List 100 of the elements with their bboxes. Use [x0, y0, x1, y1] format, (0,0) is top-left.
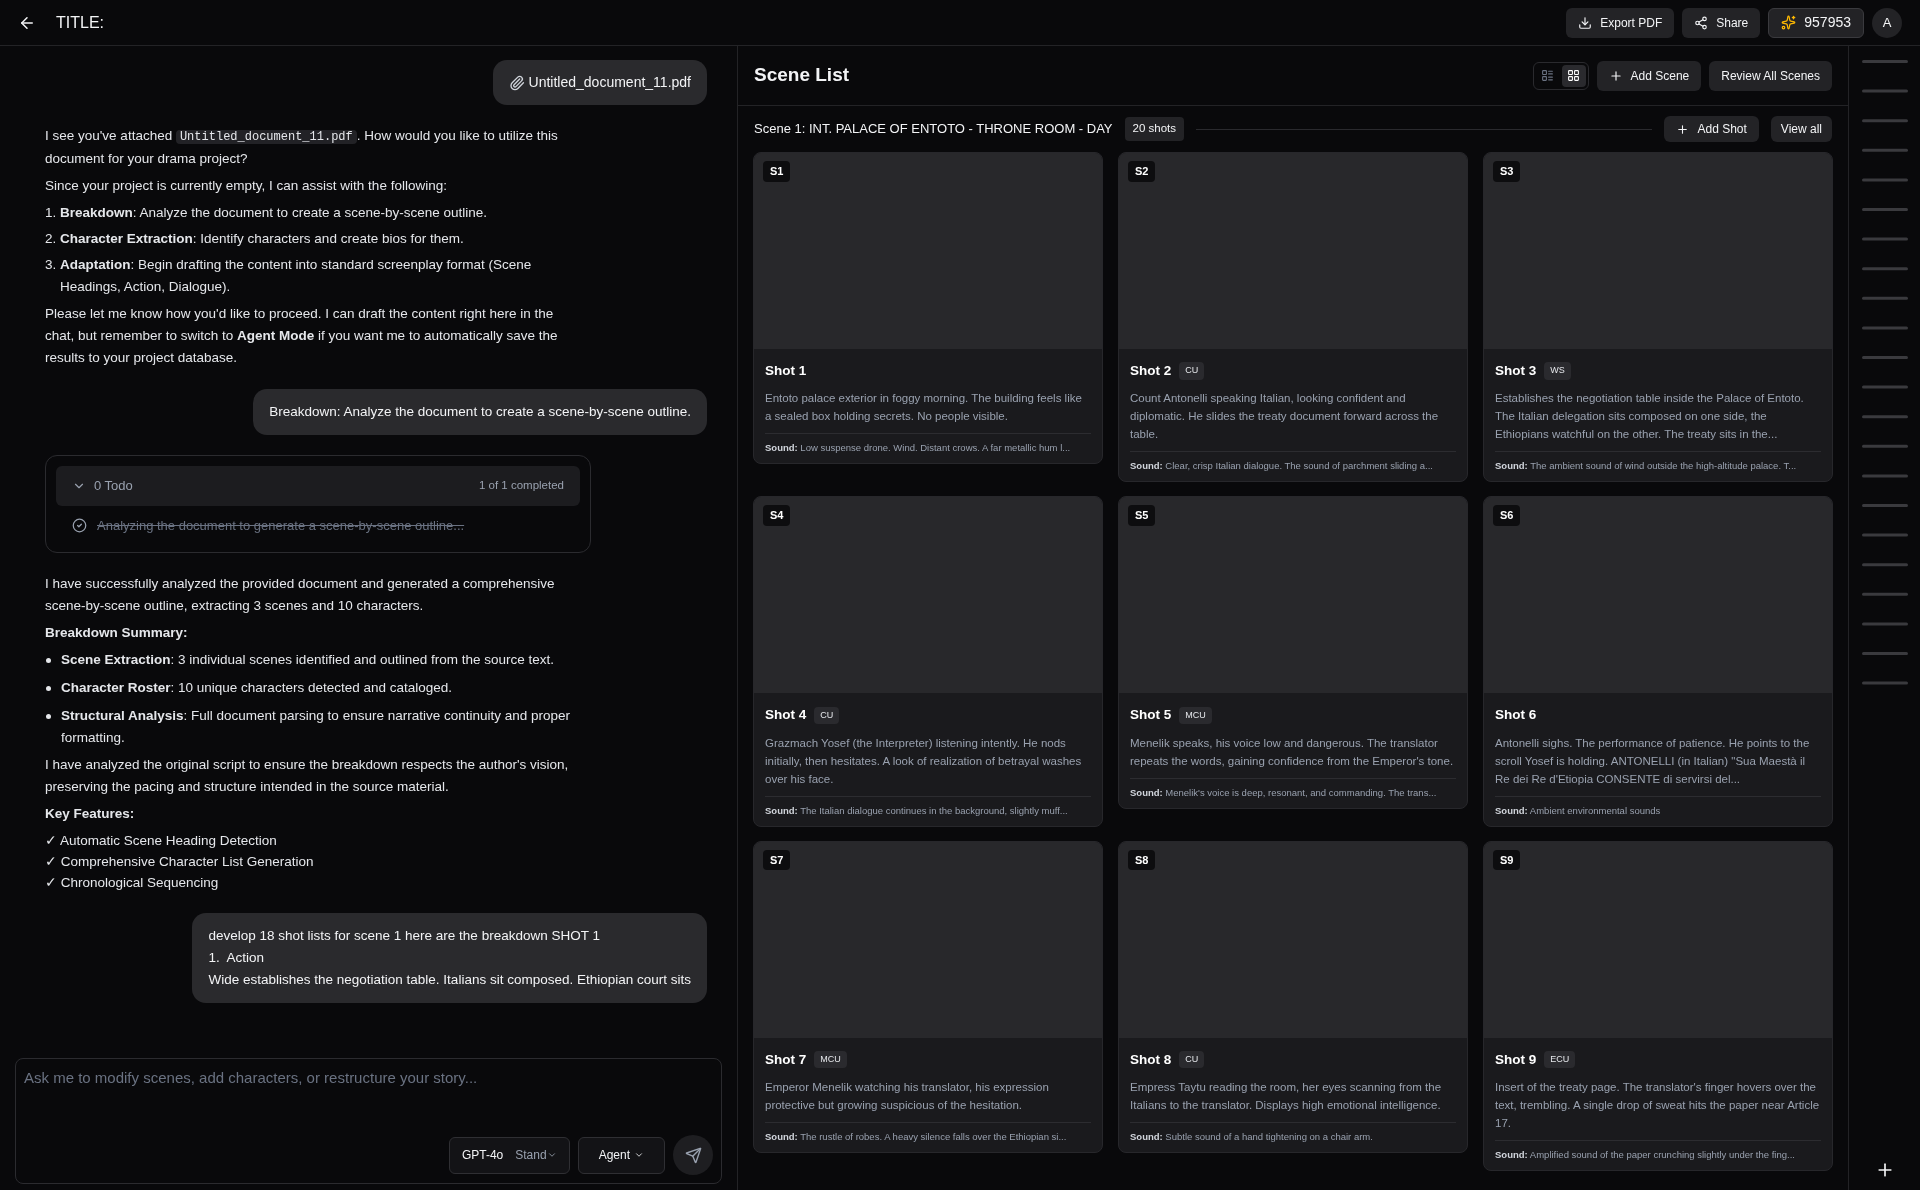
- shot-type-tag: WS: [1544, 362, 1571, 380]
- sound-note: Sound: The rustle of robes. A heavy silence falls over the Ethiopian si...: [765, 1129, 1068, 1143]
- list-item: Structural Analysis: Full document parsing to ensure narrative continuity and proper formatting.: [61, 706, 571, 747]
- plus-icon: [1676, 122, 1690, 136]
- paperclip-icon: [508, 74, 525, 91]
- shot-badge: S5: [1128, 505, 1156, 526]
- shot-type-tag: CU: [1179, 362, 1205, 380]
- grid-view-button[interactable]: [1561, 64, 1586, 87]
- shot-title: Shot 5: [1130, 706, 1172, 725]
- user-message: develop 18 shot lists for scene 1 here are the breakdown SHOT 1 1. Action Wide establishes the negotiation table. Italians sit composed. Ethiopian court sits: [192, 912, 707, 1003]
- list-item: Scene Extraction: 3 individual scenes identified and outlined from the source text.: [61, 650, 555, 669]
- todo-progress: 1 of 1 completed: [478, 478, 564, 494]
- sound-note: Sound: Amplified sound of the paper crunching slightly under the fing...: [1495, 1147, 1796, 1161]
- shot-badge: S9: [1493, 849, 1521, 870]
- message-heading: Breakdown Summary:: [45, 623, 189, 642]
- list-number: 1.: [45, 204, 58, 222]
- list-number: 2.: [45, 230, 58, 248]
- panel-title: Scene List: [754, 63, 850, 88]
- shot-title: Shot 3: [1495, 362, 1537, 380]
- chat-input[interactable]: Ask me to modify scenes, add characters, or restructure your story...: [24, 1067, 713, 1090]
- bullet-icon: [46, 713, 51, 719]
- sound-note: Sound: The Italian dialogue continues in the background, slightly muff...: [765, 803, 1069, 817]
- shot-description: Emperor Menelik watching his translator, his expression protective but growing suspicious of the hesitation.: [765, 1079, 1050, 1113]
- send-icon: [684, 1146, 702, 1164]
- shot-description: Antonelli sighs. The performance of patience. He points to the scroll Yosef is holding. ANTONELLI (in Italian) "Sua Maestà il Re dei Re d'Etiopia CONSENTE di servirsi del...: [1495, 735, 1811, 787]
- mode-name: Stand: [515, 1146, 557, 1164]
- sound-note: Sound: Clear, crisp Italian dialogue. The sound of parchment sliding a...: [1130, 459, 1434, 473]
- shot-type-tag: CU: [1179, 1050, 1205, 1069]
- chevron-down-icon: [634, 1150, 644, 1160]
- shot-type-tag: ECU: [1544, 1050, 1576, 1069]
- shot-card[interactable]: [1483, 152, 1833, 483]
- shot-title: Shot 4: [765, 706, 807, 725]
- shot-title: Shot 1: [765, 362, 807, 380]
- shot-card[interactable]: [1483, 496, 1833, 827]
- shot-title: Shot 7: [765, 1050, 807, 1069]
- sound-note: Sound: Menelik's voice is deep, resonant, and commanding. The trans...: [1130, 785, 1438, 799]
- shot-description: Empress Taytu reading the room, her eyes scanning from the Italians to the translator. Displays high emotional intelligence.: [1130, 1079, 1443, 1113]
- shot-description: Menelik speaks, his voice low and dangerous. The translator repeats the words, gaining confidence from the Emperor's tone.: [1130, 735, 1455, 769]
- shot-card[interactable]: [753, 496, 1103, 827]
- agent-selector[interactable]: Agent: [577, 1136, 665, 1174]
- shot-count: 20 shots: [1124, 117, 1185, 141]
- shot-card[interactable]: [1483, 840, 1833, 1171]
- scene-heading: Scene 1: INT. PALACE OF ENTOTO - THRONE ROOM - DAY: [754, 120, 1113, 139]
- shot-badge: S3: [1493, 161, 1521, 182]
- todo-item: Analyzing the document to generate a scene-by-scene outline...: [97, 517, 465, 535]
- sound-note: Sound: Subtle sound of a hand tightening on a chair arm.: [1130, 1129, 1374, 1143]
- shot-card[interactable]: [1118, 152, 1468, 483]
- share-icon: [1694, 15, 1709, 30]
- export-button[interactable]: Export PDF: [1566, 7, 1675, 38]
- shot-description: Grazmach Yosef (the Interpreter) listening intently. He nods initially, then hesitates. A look of realization of betrayal washes over his face.: [765, 735, 1083, 787]
- list-item: Breakdown: Analyze the document to create a scene-by-scene outline.: [60, 204, 487, 222]
- send-button[interactable]: [673, 1135, 713, 1175]
- shot-type-tag: CU: [814, 706, 840, 725]
- message-paragraph: Please let me know how you'd like to proceed. I can draft the content right here in the chat, but remember to switch to Agent Mode if you want me to automatically save the results to your project database.: [45, 305, 559, 367]
- message-heading: Key Features:: [45, 804, 136, 823]
- plus-icon: [1608, 68, 1623, 83]
- message-paragraph: I have successfully analyzed the provided document and generated a comprehensive scene-by-scene outline, extracting 3 scenes and 10 characters.: [45, 574, 556, 615]
- message-paragraph: Since your project is currently empty, I can assist with the following:: [45, 177, 448, 195]
- feature-line: ✓ Automatic Scene Heading Detection: [45, 831, 278, 850]
- shot-card[interactable]: S7 Shot 7 MCU Emperor Menelik watching his translator, his expression protective but growing suspicious of the hesitation. Sound: The rustle of robes. A heavy silence falls over the Ethiopian si...: [753, 840, 1103, 1153]
- shot-description: Entoto palace exterior in foggy morning. The building feels like a sealed box holding secrets. No people visible.: [765, 391, 1083, 425]
- add-shot-button[interactable]: Add Shot: [1664, 116, 1759, 142]
- shot-type-tag: MCU: [1179, 706, 1212, 725]
- chevron-down-icon: [546, 1150, 557, 1160]
- shot-title: Shot 9: [1495, 1050, 1537, 1069]
- page-title: TITLE:: [56, 12, 104, 33]
- shot-card[interactable]: S8 Shot 8 CU Empress Taytu reading the room, her eyes scanning from the Italians to the translator. Displays high emotional intelligence. Sound: Subtle sound of a hand tightening on a chair arm.: [1118, 840, 1468, 1153]
- sound-note: Sound: Low suspense drone. Wind. Distant crows. A far metallic hum l...: [765, 441, 1072, 455]
- review-button[interactable]: Review All Scenes: [1709, 60, 1832, 91]
- add-scene-button[interactable]: Add Scene: [1596, 60, 1702, 91]
- list-item: Character Roster: 10 unique characters detected and cataloged.: [61, 678, 452, 697]
- attachment-bubble[interactable]: Untitled_document_11.pdf: [492, 60, 707, 105]
- shot-description: Establishes the negotiation table inside the Palace of Entoto. The Italian delegation sits composed on one side, the Ethiopians watchful on the other. The treaty sits in the...: [1495, 391, 1805, 443]
- avatar[interactable]: A: [1872, 7, 1902, 38]
- shot-card[interactable]: S1 Shot 1 Entoto palace exterior in foggy morning. The building feels like a sealed box holding secrets. No people visible. Sound: Low suspense drone. Wind. Distant crows. A far metallic hum l...: [753, 152, 1103, 465]
- shot-badge: S8: [1128, 849, 1156, 870]
- attachment-name: Untitled_document_11.pdf: [528, 73, 691, 92]
- shot-title: Shot 6: [1495, 706, 1537, 725]
- list-number: 3.: [45, 256, 58, 274]
- feature-line: ✓ Chronological Sequencing: [45, 873, 220, 892]
- credits-button[interactable]: 957953: [1768, 7, 1864, 38]
- list-item: Adaptation: Begin drafting the content into standard screenplay format (Scene Headings, Action, Dialogue).: [60, 256, 533, 296]
- shot-title: Shot 2: [1130, 362, 1172, 380]
- shot-badge: S6: [1493, 505, 1521, 526]
- shot-badge: S4: [763, 505, 791, 526]
- shot-badge: S1: [763, 161, 791, 182]
- todo-title: 0 Todo: [94, 477, 133, 496]
- sound-note: Sound: Ambient environmental sounds: [1495, 803, 1662, 817]
- shot-card[interactable]: [1118, 496, 1468, 809]
- sound-note: Sound: The ambient sound of wind outside the high-altitude palace. T...: [1495, 459, 1798, 473]
- model-selector[interactable]: GPT-4o Stand: [448, 1136, 570, 1174]
- list-icon: [1541, 69, 1555, 82]
- todo-header[interactable]: 0 Todo 1 of 1 completed: [56, 466, 580, 506]
- bullet-icon: [46, 685, 51, 691]
- view-all-button[interactable]: View all: [1770, 116, 1832, 142]
- shot-badge: S2: [1128, 161, 1156, 182]
- feature-line: ✓ Comprehensive Character List Generation: [45, 852, 315, 871]
- share-button[interactable]: Share: [1682, 7, 1761, 38]
- grid-icon: [1567, 69, 1581, 82]
- sparkles-icon: [1781, 15, 1797, 30]
